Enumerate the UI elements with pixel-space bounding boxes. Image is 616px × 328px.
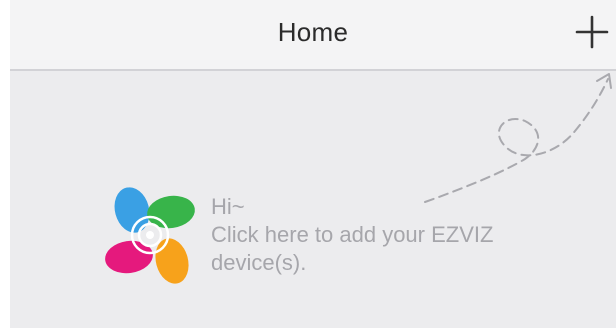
ezviz-logo [105, 187, 195, 284]
add-device-hint[interactable]: Hi~ Click here to add your EZVIZ device(… [211, 193, 493, 277]
add-device-button[interactable] [574, 14, 610, 50]
top-bar: Home [10, 0, 616, 71]
home-screen: Home Hi~ Click here to add your EZVIZ de… [0, 0, 616, 328]
device-list-empty: Hi~ Click here to add your EZVIZ device(… [10, 71, 616, 328]
greeting-text: Hi~ [211, 194, 245, 219]
plus-icon [575, 15, 609, 49]
page-title: Home [277, 17, 349, 47]
hint-line-1: Click here to add your EZVIZ [211, 222, 494, 247]
hint-line-2: device(s). [211, 250, 307, 275]
